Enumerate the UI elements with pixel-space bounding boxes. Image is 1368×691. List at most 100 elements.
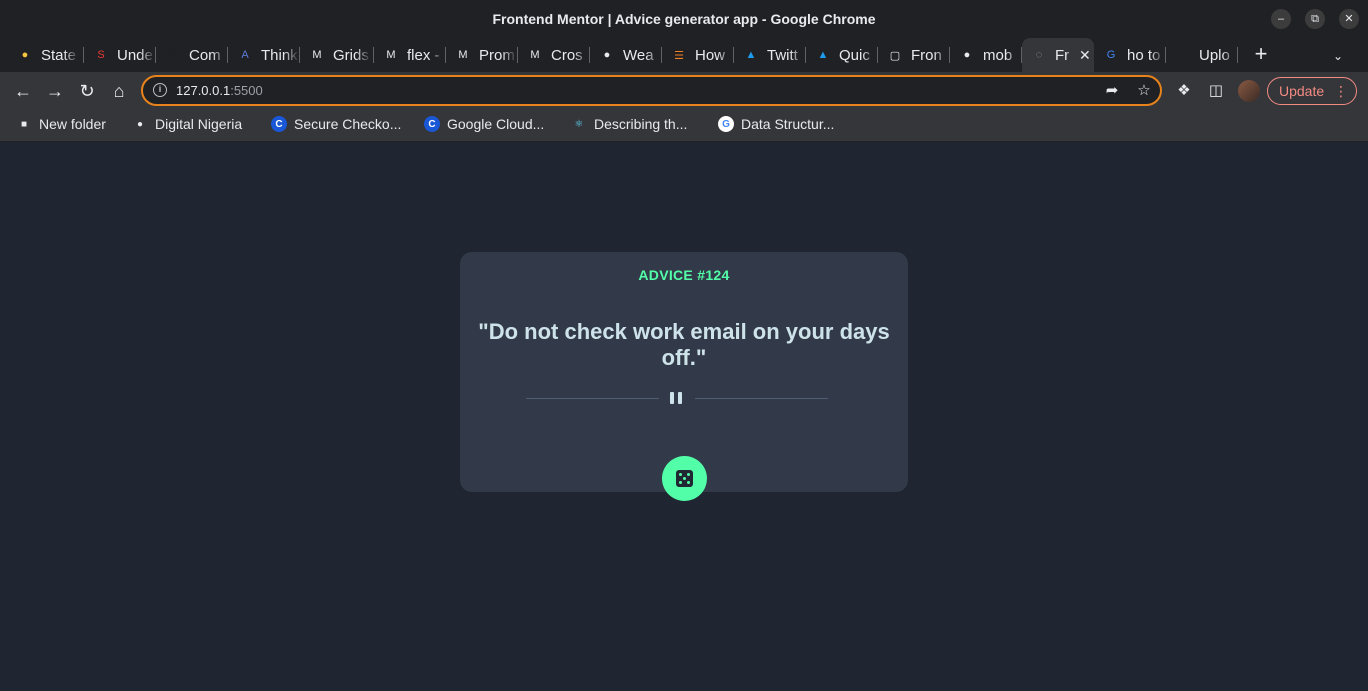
browser-tab[interactable]: A Think	[228, 38, 300, 72]
bookmark-star-icon[interactable]: ☆	[1135, 82, 1153, 100]
twitter-icon: ▲	[817, 49, 829, 61]
reload-icon[interactable]: ↻	[76, 80, 98, 102]
site-info-icon[interactable]: i	[153, 83, 167, 97]
browser-tab[interactable]: ◌ Fr ✕	[1022, 38, 1094, 72]
pattern-divider	[526, 390, 828, 408]
loading-icon: ◌	[1035, 49, 1043, 61]
restore-icon[interactable]: ⧉	[1305, 9, 1325, 29]
extensions-icon[interactable]: ❖	[1173, 80, 1195, 102]
side-panel-icon[interactable]: ◫	[1205, 80, 1227, 102]
owl-icon: ●	[21, 49, 29, 61]
c-logo-icon: C	[271, 116, 287, 132]
tab-label: Unde	[117, 46, 153, 64]
back-icon[interactable]: ←	[12, 80, 34, 102]
m-logo-icon: M	[530, 49, 540, 61]
bookmark-label: Data Structur...	[741, 116, 835, 132]
globe-icon: ●	[963, 49, 971, 61]
tab-search-icon[interactable]: ⌄	[1328, 46, 1348, 66]
browser-tab[interactable]: S Unde	[84, 38, 156, 72]
phone-icon: ☎	[166, 49, 180, 62]
bookmark-item[interactable]: C Secure Checko...	[271, 110, 401, 138]
tab-label: Think	[261, 46, 298, 64]
browser-toolbar: ← → ↻ ⌂ i 127.0.0.1:5500 ➦ ☆ ❖ ◫ Update ⋮	[0, 72, 1368, 110]
pause-icon	[669, 392, 683, 404]
browser-tab[interactable]: M Prom	[446, 38, 518, 72]
tab-label: mob	[983, 46, 1013, 64]
browser-tab[interactable]: ▲ Twitt	[734, 38, 806, 72]
browser-tab[interactable]: Gho to	[1094, 38, 1166, 72]
browser-tab[interactable]: ● State	[8, 38, 84, 72]
update-label: Update	[1279, 83, 1325, 99]
tab-close-icon[interactable]: ✕	[1079, 47, 1091, 64]
m-logo-icon: M	[458, 49, 468, 61]
tab-label: How	[695, 46, 726, 64]
browser-tab[interactable]: ▲ Quic	[806, 38, 878, 72]
bookmark-item[interactable]: ● Digital Nigeria	[132, 110, 242, 138]
tab-separator	[1237, 47, 1238, 63]
browser-tab[interactable]: ● Wea	[590, 38, 662, 72]
github-icon: ●	[1179, 49, 1187, 61]
url-port: :5500	[230, 83, 263, 98]
tab-label: Fron	[911, 46, 942, 64]
bookmark-label: Digital Nigeria	[155, 116, 243, 132]
angular-icon: A	[241, 49, 249, 61]
react-icon: ⚛	[574, 118, 584, 130]
m-logo-icon: M	[312, 49, 322, 61]
browser-tab[interactable]: ● mob	[950, 38, 1022, 72]
tab-label: Uplo	[1199, 46, 1230, 64]
bookmark-item[interactable]: C Google Cloud...	[424, 110, 544, 138]
address-bar[interactable]: i 127.0.0.1:5500 ➦ ☆	[141, 75, 1162, 106]
globe-icon: ●	[136, 118, 144, 130]
window-title: Frontend Mentor | Advice generator app -…	[492, 11, 876, 27]
minimize-icon[interactable]: –	[1271, 9, 1291, 29]
tab-label: Quic	[839, 46, 870, 64]
google-icon: G	[718, 116, 734, 132]
window-titlebar: Frontend Mentor | Advice generator app -…	[0, 0, 1368, 38]
bookmark-label: Secure Checko...	[294, 116, 402, 132]
stackoverflow-icon: ☰	[674, 49, 684, 62]
google-icon: G	[1106, 49, 1116, 61]
bookmark-item[interactable]: G Data Structur...	[718, 110, 834, 138]
profile-avatar[interactable]	[1238, 80, 1260, 102]
m-logo-icon: M	[386, 49, 396, 61]
browser-tab[interactable]: M Grids	[300, 38, 374, 72]
tab-label: Twitt	[767, 46, 798, 64]
globe-icon: ●	[603, 49, 611, 61]
browser-tab[interactable]: ▢ Fron	[878, 38, 950, 72]
tab-label: Wea	[623, 46, 654, 64]
browser-tab[interactable]: ☰ How	[662, 38, 734, 72]
dice-icon	[676, 470, 693, 487]
tab-label: State	[41, 46, 77, 64]
advice-id: ADVICE #124	[638, 267, 730, 283]
browser-tab[interactable]: Mflex -	[374, 38, 446, 72]
tab-label: Com	[189, 46, 221, 64]
browser-tab[interactable]: ● Uplo	[1166, 38, 1238, 72]
close-window-icon[interactable]: ✕	[1339, 9, 1359, 29]
advice-quote: "Do not check work email on your days of…	[478, 319, 890, 370]
menu-dots-icon: ⋮	[1334, 83, 1348, 99]
folder-icon: ■	[20, 118, 28, 130]
c-logo-icon: C	[424, 116, 440, 132]
share-icon[interactable]: ➦	[1103, 82, 1121, 100]
update-button[interactable]: Update ⋮	[1267, 77, 1357, 105]
tab-label: Grids	[333, 46, 369, 64]
home-icon[interactable]: ⌂	[108, 80, 130, 102]
browser-tab[interactable]: ☎ Com	[156, 38, 228, 72]
browser-tab[interactable]: M Cros	[518, 38, 590, 72]
bookmark-label: New folder	[39, 116, 106, 132]
new-tab-icon[interactable]: +	[1250, 43, 1272, 66]
brand-s-icon: S	[97, 49, 105, 61]
twitter-icon: ▲	[745, 49, 757, 61]
dice-button[interactable]	[662, 456, 707, 501]
bookmark-item[interactable]: ⚛ Describing th...	[571, 110, 688, 138]
url-host: 127.0.0.1	[176, 83, 231, 98]
bookmark-label: Google Cloud...	[447, 116, 545, 132]
tab-label: flex -	[407, 46, 440, 64]
bookmark-item[interactable]: ■ New folder	[16, 110, 106, 138]
forward-icon[interactable]: →	[44, 80, 66, 102]
tab-label: Fr	[1055, 46, 1070, 64]
address-url: 127.0.0.1:5500	[176, 83, 263, 98]
tab-label: Prom	[479, 46, 515, 64]
bookmarks-bar: ■ New folder ● Digital Nigeria C Secure Check…	[0, 110, 1368, 142]
divider-line-right	[695, 398, 828, 399]
